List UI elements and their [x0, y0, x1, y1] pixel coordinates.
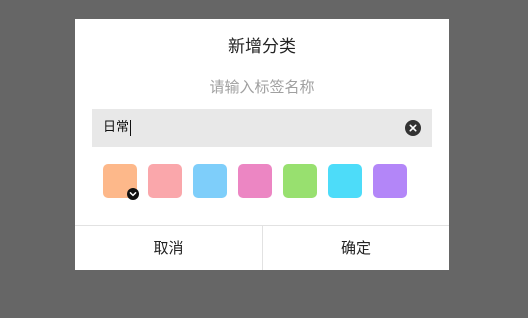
dialog-title: 新增分类: [228, 37, 296, 57]
input-value-wrapper: 日常: [103, 109, 132, 147]
checkmark-icon: [127, 188, 139, 200]
color-swatch[interactable]: [283, 164, 317, 198]
category-name-input[interactable]: 日常: [92, 109, 432, 147]
add-category-dialog: 新增分类 请输入标签名称 日常 取消 确定: [75, 19, 449, 270]
color-swatch[interactable]: [103, 164, 139, 200]
color-swatch[interactable]: [328, 164, 362, 198]
clear-circle-icon[interactable]: [405, 120, 421, 136]
color-swatch[interactable]: [193, 164, 227, 198]
dialog-subtitle: 请输入标签名称: [209, 78, 315, 96]
color-swatch[interactable]: [148, 164, 182, 198]
color-swatch[interactable]: [373, 164, 407, 198]
input-value: 日常: [103, 120, 130, 135]
color-swatch[interactable]: [238, 164, 272, 198]
text-caret: [130, 120, 132, 136]
cancel-button[interactable]: 取消: [75, 226, 262, 270]
confirm-button[interactable]: 确定: [263, 226, 449, 270]
color-swatch-list: [103, 164, 413, 200]
